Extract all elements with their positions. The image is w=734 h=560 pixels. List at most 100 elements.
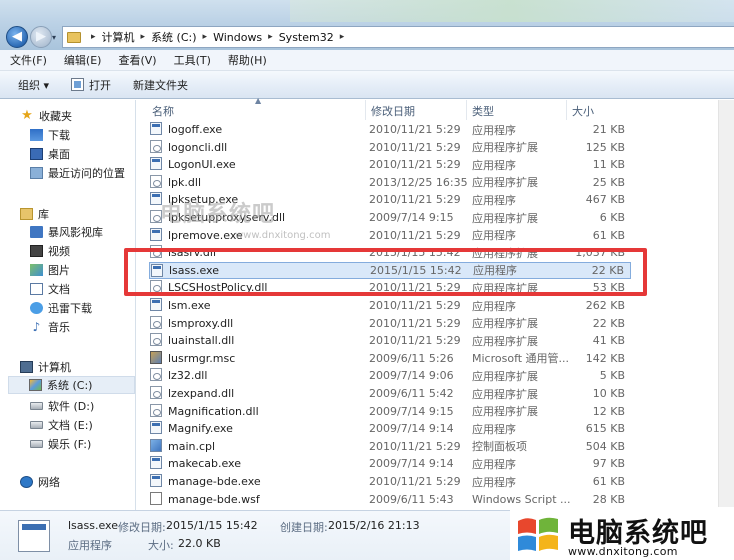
file-name: lsm.exe <box>168 299 211 312</box>
nav-documents-label: 文档 <box>48 283 70 296</box>
file-type: 应用程序 <box>472 193 516 207</box>
file-type: 应用程序扩展 <box>472 387 538 401</box>
nav-favorites[interactable]: ★ 收藏夹 <box>20 107 156 125</box>
file-size: 53 KB <box>592 281 625 295</box>
file-type: Windows Script ... <box>472 492 571 506</box>
vertical-scrollbar[interactable] <box>718 100 734 510</box>
window-titlebar: ◀ ▶ ▾ ▸ 计算机 ▸ 系统 (C:) ▸ Windows ▸ System… <box>0 0 734 50</box>
back-button[interactable]: ◀ <box>6 26 28 48</box>
file-date: 2009/7/14 9:06 <box>369 369 454 383</box>
file-type: Microsoft 通用管... <box>472 352 570 366</box>
history-dropdown-icon[interactable]: ▾ <box>52 33 56 42</box>
nav-network[interactable]: 网络 <box>20 473 156 491</box>
file-date: 2013/12/25 16:35 <box>369 175 468 189</box>
dll-file-icon <box>150 210 162 223</box>
file-size: 25 KB <box>592 175 625 189</box>
column-type[interactable]: 类型 <box>472 103 494 119</box>
folder-icon <box>67 31 81 43</box>
file-date: 2010/11/21 5:29 <box>369 123 461 136</box>
file-row[interactable]: lpksetupproxyserv.dll 2009/7/14 9:15 应用程序扩… <box>149 209 631 226</box>
menu-help[interactable]: 帮助(H) <box>228 52 267 68</box>
menu-bar: 文件(F) 编辑(E) 查看(V) 工具(T) 帮助(H) <box>0 50 734 71</box>
column-divider[interactable] <box>566 100 567 120</box>
breadcrumb-system32[interactable]: System32 <box>279 31 334 44</box>
file-row[interactable]: lsasrv.dll 2015/1/15 15:42 应用程序扩展 1,037 KB <box>149 244 631 261</box>
details-created-label: 创建日期: <box>280 521 328 534</box>
column-name[interactable]: 名称 <box>152 103 174 119</box>
details-modified-value: 2015/1/15 15:42 <box>166 519 258 532</box>
nav-computer[interactable]: 计算机 <box>20 358 156 376</box>
file-row[interactable]: logoff.exe 2010/11/21 5:29 应用程序 21 KB <box>149 121 631 138</box>
chevron-right-icon[interactable]: ▸ <box>203 32 208 42</box>
chevron-right-icon[interactable]: ▸ <box>268 32 273 42</box>
file-row[interactable]: LSCSHostPolicy.dll 2010/11/21 5:29 应用程序扩展 5… <box>149 279 631 296</box>
nav-pictures-label: 图片 <box>48 264 70 277</box>
menu-edit[interactable]: 编辑(E) <box>64 52 102 68</box>
file-type: 应用程序扩展 <box>472 211 538 225</box>
column-date[interactable]: 修改日期 <box>371 103 415 119</box>
dll-file-icon <box>150 333 162 347</box>
file-name: makecab.exe <box>168 457 241 471</box>
file-row[interactable]: logoncli.dll 2010/11/21 5:29 应用程序扩展 125 KB <box>149 139 631 156</box>
file-row[interactable]: lpk.dll 2013/12/25 16:35 应用程序扩展 25 KB <box>149 174 631 191</box>
open-label: 打开 <box>89 78 112 92</box>
file-row[interactable]: main.cpl 2010/11/21 5:29 控制面板项 504 KB <box>149 438 631 455</box>
msc-file-icon <box>150 350 162 364</box>
file-date: 2009/7/14 9:14 <box>369 457 454 471</box>
file-name: lpksetup.exe <box>168 193 239 207</box>
breadcrumb-computer[interactable]: 计算机 <box>102 29 135 45</box>
menu-view[interactable]: 查看(V) <box>118 52 156 68</box>
file-row[interactable]: lzexpand.dll 2009/6/11 5:42 应用程序扩展 10 KB <box>149 385 631 402</box>
file-date: 2010/11/21 5:29 <box>369 299 461 312</box>
chevron-right-icon[interactable]: ▸ <box>340 32 345 42</box>
file-row[interactable]: manage-bde.wsf 2009/6/11 5:43 Windows Scri… <box>149 491 631 508</box>
nav-drive-c-label: 系统 (C:) <box>47 379 93 392</box>
file-row[interactable]: lsass.exe 2015/1/15 15:42 应用程序 22 KB <box>149 261 631 279</box>
file-row[interactable]: manage-bde.exe 2010/11/21 5:29 应用程序 61 KB <box>149 473 631 490</box>
menu-file[interactable]: 文件(F) <box>10 52 47 68</box>
brand-logo: 电脑系统吧 www.dnxitong.com <box>510 507 734 560</box>
breadcrumb-drive-c[interactable]: 系统 (C:) <box>151 29 196 45</box>
file-row[interactable]: lpremove.exe 2010/11/21 5:29 应用程序 61 KB <box>149 227 631 244</box>
file-row[interactable]: luainstall.dll 2010/11/21 5:29 应用程序扩展 41 KB <box>149 332 631 349</box>
column-divider[interactable] <box>466 100 467 120</box>
file-date: 2009/7/14 9:14 <box>369 422 454 436</box>
file-type: 应用程序扩展 <box>472 141 538 155</box>
menu-tools[interactable]: 工具(T) <box>174 52 211 68</box>
breadcrumb-windows[interactable]: Windows <box>213 31 262 44</box>
organize-button[interactable]: 组织 ▾ <box>18 77 49 93</box>
file-row[interactable]: lz32.dll 2009/7/14 9:06 应用程序扩展 5 KB <box>149 367 631 384</box>
desktop-icon <box>30 148 43 160</box>
address-bar[interactable]: ▸ 计算机 ▸ 系统 (C:) ▸ Windows ▸ System32 ▸ <box>62 26 734 48</box>
file-row[interactable]: lpksetup.exe 2010/11/21 5:29 应用程序 467 KB <box>149 191 631 208</box>
file-name: lpk.dll <box>168 175 201 189</box>
new-folder-button[interactable]: 新建文件夹 <box>133 77 188 93</box>
documents-icon <box>30 283 43 295</box>
file-row[interactable]: lusrmgr.msc 2009/6/11 5:26 Microsoft 通用管..… <box>149 350 631 367</box>
file-type: 应用程序扩展 <box>472 369 538 383</box>
file-size: 5 KB <box>599 369 625 383</box>
file-row[interactable]: Magnification.dll 2009/7/14 9:15 应用程序扩展 12 … <box>149 403 631 420</box>
nav-network-label: 网络 <box>38 476 60 489</box>
file-row[interactable]: lsm.exe 2010/11/21 5:29 应用程序 262 KB <box>149 297 631 314</box>
file-type: 应用程序 <box>472 422 516 436</box>
file-date: 2010/11/21 5:29 <box>369 316 461 330</box>
column-size[interactable]: 大小 <box>572 103 594 119</box>
file-row[interactable]: LogonUI.exe 2010/11/21 5:29 应用程序 11 KB <box>149 156 631 173</box>
file-row[interactable]: Magnify.exe 2009/7/14 9:14 应用程序 615 KB <box>149 420 631 437</box>
file-size: 11 KB <box>592 158 625 172</box>
file-row[interactable]: makecab.exe 2009/7/14 9:14 应用程序 97 KB <box>149 455 631 472</box>
drive-icon <box>30 421 43 429</box>
nav-libraries[interactable]: 库 <box>20 205 156 223</box>
open-button[interactable]: 打开 <box>71 77 111 93</box>
file-name: logoff.exe <box>168 123 223 136</box>
file-name: lsasrv.dll <box>168 246 217 260</box>
chevron-right-icon[interactable]: ▸ <box>91 32 96 42</box>
file-date: 2009/7/14 9:15 <box>369 404 454 418</box>
chevron-right-icon[interactable]: ▸ <box>141 32 146 42</box>
column-divider[interactable] <box>365 100 366 120</box>
file-row[interactable]: lsmproxy.dll 2010/11/21 5:29 应用程序扩展 22 KB <box>149 315 631 332</box>
forward-button[interactable]: ▶ <box>30 26 52 48</box>
dll-file-icon <box>150 368 162 382</box>
nav-drive-c[interactable]: 系统 (C:) <box>8 376 135 394</box>
